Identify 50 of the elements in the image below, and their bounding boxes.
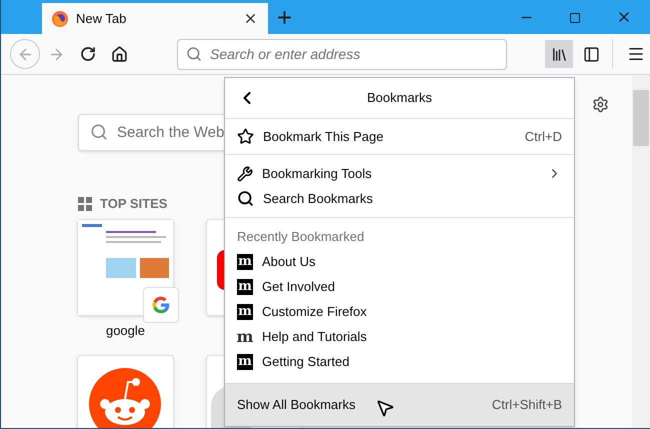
star-icon: [237, 128, 254, 145]
bookmark-favicon: m: [237, 278, 253, 294]
scrollbar[interactable]: [632, 75, 650, 428]
mouse-pointer-icon: [375, 398, 395, 418]
bookmark-title: Customize Firefox: [262, 302, 367, 321]
bookmark-title: Getting Started: [262, 352, 350, 371]
browser-tab[interactable]: New Tab: [42, 3, 268, 34]
books-icon: [550, 46, 568, 62]
bookmark-item[interactable]: m Get Involved: [225, 274, 574, 299]
search-icon: [186, 46, 202, 62]
bookmark-item[interactable]: m Help and Tutorials: [225, 324, 574, 349]
wrench-icon: [237, 166, 253, 182]
section-heading: Recently Bookmarked: [236, 228, 366, 246]
home-icon[interactable]: [111, 46, 128, 62]
bookmark-item[interactable]: m Customize Firefox: [225, 299, 574, 324]
menu-item[interactable]: Bookmarking Tools: [225, 161, 574, 186]
fox-logo-icon: [52, 10, 68, 26]
menu-item[interactable]: Search Bookmarks: [225, 186, 574, 211]
close-tab-icon[interactable]: [243, 11, 258, 26]
scrollbar-thumb[interactable]: [633, 90, 649, 146]
search-icon: [237, 190, 254, 207]
bookmark-title: Get Involved: [262, 278, 335, 296]
bookmark-favicon: m: [237, 354, 253, 370]
tab-title: New Tab: [76, 10, 128, 28]
image-thumbnail: [106, 258, 136, 278]
menu-item[interactable]: Bookmark This Page Ctrl+D: [225, 119, 574, 155]
bookmark-favicon: m: [237, 254, 253, 270]
bookmark-title: About Us: [262, 252, 316, 271]
site-tile[interactable]: [77, 354, 174, 428]
bookmark-favicon: m: [237, 304, 253, 320]
top-sites-heading: TOP SITES: [100, 195, 168, 213]
maximize-icon[interactable]: [569, 12, 581, 24]
site-label: google: [106, 322, 146, 340]
image-thumbnail: [140, 258, 169, 278]
bookmark-item[interactable]: m Getting Started: [225, 349, 574, 374]
bookmark-favicon: m: [237, 328, 253, 344]
address-field[interactable]: Search or enter address: [177, 38, 507, 70]
search-icon: [90, 123, 108, 141]
sidebar-icon[interactable]: [583, 46, 600, 62]
new-tab-icon[interactable]: [275, 8, 294, 27]
bookmark-title: Help and Tutorials: [262, 328, 367, 346]
bookmark-item[interactable]: m About Us: [225, 249, 574, 274]
menu-icon[interactable]: [627, 45, 645, 63]
panel-title: Bookmarks: [366, 89, 432, 108]
settings-icon[interactable]: [592, 96, 609, 113]
google-g-icon: [143, 287, 179, 323]
library-button[interactable]: [545, 40, 573, 68]
reload-icon[interactable]: [80, 46, 96, 62]
grid-icon: [78, 196, 92, 211]
show-all-bookmarks-item[interactable]: Show All Bookmarks Ctrl+Shift+B: [225, 383, 574, 426]
